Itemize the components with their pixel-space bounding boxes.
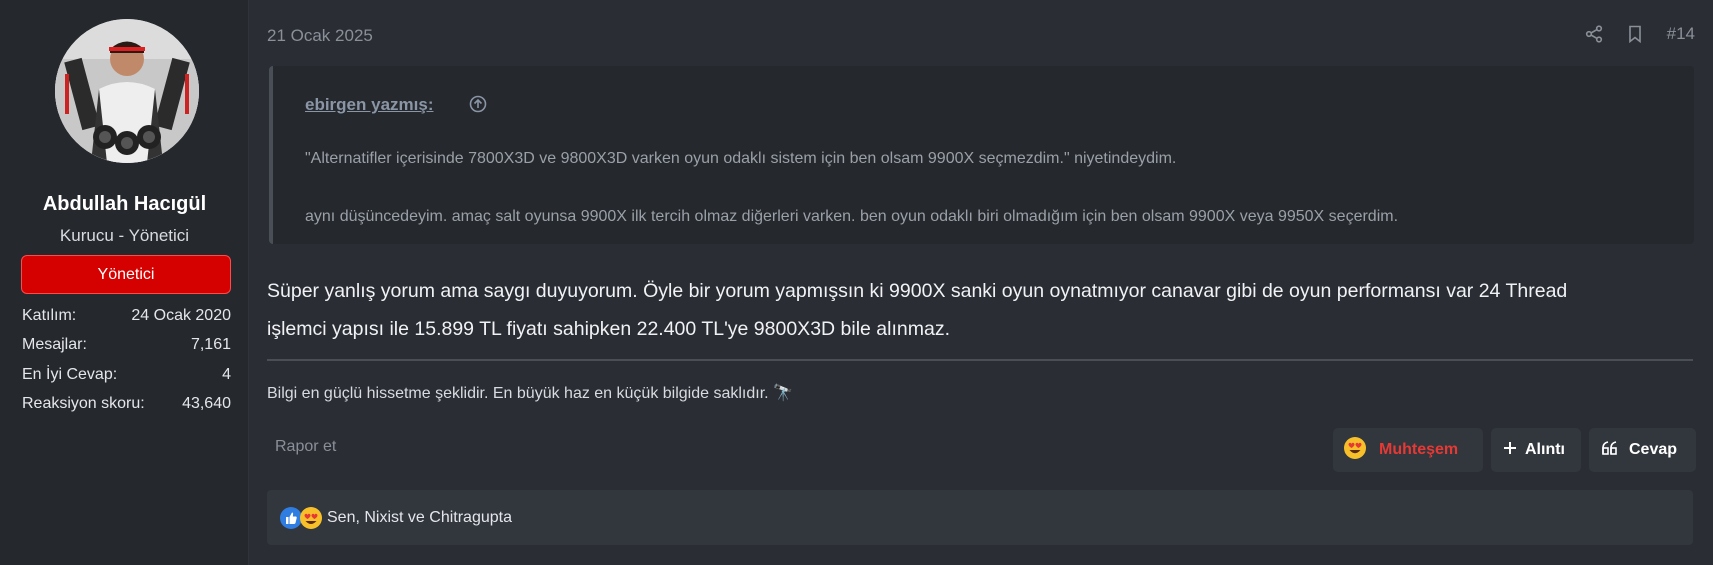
quote-marks-icon bbox=[1601, 440, 1619, 461]
report-link[interactable]: Rapor et bbox=[275, 438, 336, 456]
message-body: Süper yanlış yorum ama saygı duyuyorum. … bbox=[267, 272, 1687, 348]
signature-divider bbox=[267, 359, 1693, 361]
reply-button[interactable]: Cevap bbox=[1589, 428, 1696, 472]
forum-post: Abdullah Hacıgül Kurucu - Yönetici Yönet… bbox=[0, 0, 1713, 565]
reactions-summary[interactable]: Sen, Nixist ve Chitragupta bbox=[267, 490, 1693, 545]
avatar-image bbox=[55, 19, 199, 163]
stat-value: 43,640 bbox=[182, 395, 231, 413]
like-icon bbox=[280, 506, 322, 529]
post-main: 21 Ocak 2025 #14 ebirgen yazmış: "Altern… bbox=[249, 0, 1713, 565]
plus-icon bbox=[1503, 441, 1517, 460]
react-button[interactable]: Muhteşem bbox=[1333, 428, 1483, 472]
quote-author[interactable]: ebirgen yazmış: bbox=[305, 95, 434, 115]
signature-text: Bilgi en güçlü hissetme şeklidir. En büy… bbox=[267, 385, 769, 402]
user-info-column: Abdullah Hacıgül Kurucu - Yönetici Yönet… bbox=[0, 0, 249, 565]
reply-label: Cevap bbox=[1629, 441, 1678, 458]
stat-label: En İyi Cevap: bbox=[22, 365, 118, 383]
reaction-icons bbox=[279, 505, 325, 531]
bookmark-icon[interactable] bbox=[1627, 25, 1643, 43]
message-line: Süper yanlış yorum ama saygı duyuyorum. … bbox=[267, 280, 1568, 302]
stat-best-answers: En İyi Cevap: 4 bbox=[22, 360, 231, 390]
role-badge: Yönetici bbox=[21, 255, 231, 294]
stat-label: Mesajlar: bbox=[22, 336, 87, 354]
heart-eyes-emoji-icon bbox=[1343, 436, 1367, 465]
user-stats: Katılım: 24 Ocak 2020 Mesajlar: 7,161 En… bbox=[22, 301, 231, 419]
stat-value[interactable]: 7,161 bbox=[191, 336, 231, 354]
quote-line: "Alternatifler içerisinde 7800X3D ve 980… bbox=[305, 150, 1177, 167]
post-date[interactable]: 21 Ocak 2025 bbox=[267, 26, 373, 46]
telescope-icon: 🔭 bbox=[773, 385, 793, 402]
reactions-text: Sen, Nixist ve Chitragupta bbox=[327, 508, 512, 526]
stat-reaction-score: Reaksiyon skoru: 43,640 bbox=[22, 390, 231, 420]
avatar[interactable] bbox=[55, 19, 199, 163]
signature: Bilgi en güçlü hissetme şeklidir. En büy… bbox=[267, 383, 793, 403]
stat-value: 24 Ocak 2020 bbox=[131, 306, 231, 324]
stat-messages: Mesajlar: 7,161 bbox=[22, 331, 231, 361]
share-icon[interactable] bbox=[1585, 25, 1603, 43]
quote-line: aynı düşüncedeyim. amaç salt oyunsa 9900… bbox=[305, 208, 1399, 225]
post-header-actions: #14 bbox=[1585, 24, 1695, 44]
stat-value: 4 bbox=[222, 365, 231, 383]
quote-block: ebirgen yazmış: "Alternatifler içerisind… bbox=[269, 66, 1694, 244]
react-label: Muhteşem bbox=[1379, 441, 1459, 458]
post-number[interactable]: #14 bbox=[1667, 24, 1695, 44]
arrow-up-circle-icon[interactable] bbox=[469, 95, 487, 113]
user-title: Kurucu - Yönetici bbox=[59, 226, 190, 245]
stat-joined: Katılım: 24 Ocak 2020 bbox=[22, 301, 231, 331]
stat-label: Reaksiyon skoru: bbox=[22, 395, 145, 413]
message-line: işlemci yapısı ile 15.899 TL fiyatı sahi… bbox=[267, 318, 951, 340]
username[interactable]: Abdullah Hacıgül bbox=[0, 193, 249, 216]
quote-label: Alıntı bbox=[1525, 441, 1565, 458]
quote-button[interactable]: Alıntı bbox=[1491, 428, 1581, 472]
stat-label: Katılım: bbox=[22, 306, 77, 324]
